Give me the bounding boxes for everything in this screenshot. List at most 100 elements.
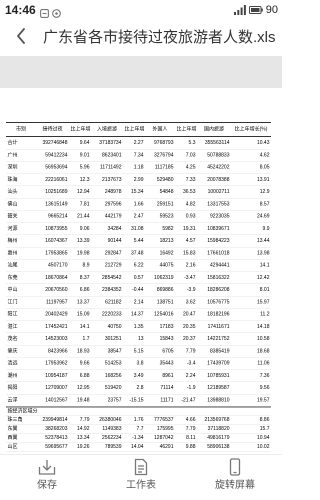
- table-cell: 168256: [104, 372, 122, 379]
- table-cell: 514253: [104, 360, 122, 367]
- table-cell: -1.34: [132, 435, 144, 441]
- table-cell: 14.1: [259, 262, 270, 269]
- region-row: 山区 59695677 19.26 789539 14.04 46291 9.88 58906…: [6, 443, 271, 452]
- table-cell: 8623401: [102, 152, 122, 158]
- table-row: 茂名 14523003 1.7 301251 13 15843 20.37 14221752 1…: [6, 333, 271, 346]
- table-cell: 13615149: [45, 201, 68, 207]
- table-cell: 12.95: [76, 385, 90, 391]
- table-cell: 东莞: [7, 274, 18, 281]
- table-cell: 13.37: [76, 299, 90, 305]
- table-cell: 7.79: [79, 417, 90, 423]
- column-header: 外国人: [152, 126, 168, 133]
- table-cell: 7.79: [185, 348, 196, 354]
- table-cell: 213569768: [204, 417, 230, 423]
- table-cell: 8961: [162, 372, 174, 379]
- table-cell: 1117185: [154, 164, 174, 171]
- table-cell: 869886: [156, 287, 174, 293]
- spreadsheet-view[interactable]: 市别 接待过夜 比上年增 入境旅游 比上年增 外国人 比上年增 国内旅游 比上年增长(%) 合计 3…: [0, 88, 282, 454]
- table-cell: 15843: [159, 336, 174, 342]
- battery-icon: [248, 6, 263, 14]
- table-cell: 1.66: [133, 201, 144, 207]
- back-button[interactable]: [10, 24, 32, 52]
- table-cell: 清远: [7, 360, 18, 367]
- table-cell: 7.34: [133, 152, 144, 158]
- table-cell: 7.03: [185, 152, 196, 158]
- table-cell: 4.25: [185, 164, 196, 171]
- table-cell: 13988810: [207, 397, 230, 403]
- table-cell: 2220233: [102, 311, 122, 318]
- table-cell: 3.62: [185, 299, 196, 305]
- table-row: 珠海 22216061 12.3 2137673 2.99 529480 7.33 20078…: [6, 174, 271, 186]
- table-cell: 2384352: [102, 287, 122, 293]
- table-row: 湛江 17452421 14.1 40750 1.35 17183 20.35 1741167…: [6, 321, 271, 333]
- table-cell: 13.91: [256, 176, 270, 183]
- table-cell: 4.57: [185, 238, 196, 244]
- table-row: 韶关 9665214 21.44 442179 2.47 59523 0.93 9223035…: [6, 211, 271, 223]
- table-cell: 17661018: [207, 250, 230, 256]
- table-cell: 12.94: [76, 189, 90, 195]
- table-cell: 4.62: [259, 152, 270, 158]
- table-cell: 19.57: [256, 397, 270, 403]
- table-cell: 9223035: [210, 213, 230, 220]
- bottom-toolbar: 保存 工作表 旋转屏幕: [0, 454, 282, 500]
- table-cell: 20.37: [182, 336, 196, 342]
- table-cell: 14.04: [130, 444, 144, 450]
- table-cell: 10954187: [45, 372, 68, 379]
- table-cell: 46291: [159, 444, 174, 450]
- status-time: 14:46: [5, 3, 36, 17]
- table-cell: 621182: [105, 299, 122, 305]
- table-cell: 中山: [7, 287, 18, 293]
- battery-level: 90: [265, 4, 278, 16]
- worksheet-button[interactable]: 工作表: [94, 455, 188, 500]
- table-cell: 36.53: [182, 189, 196, 195]
- table-cell: 2562234: [102, 435, 122, 441]
- table-cell: 10002711: [207, 189, 230, 195]
- table-cell: 292847: [104, 250, 122, 256]
- table-cell: 37.48: [130, 250, 144, 256]
- table-cell: 38268203: [45, 426, 68, 432]
- table-cell: 17452421: [45, 323, 68, 330]
- rotate-screen-button[interactable]: 旋转屏幕: [188, 455, 282, 500]
- table-cell: 16492: [159, 250, 174, 256]
- table-cell: 1.35: [133, 323, 144, 330]
- table-cell: 18286208: [207, 287, 230, 293]
- table-cell: 8.01: [259, 287, 270, 293]
- table-cell: 14.1: [79, 323, 90, 330]
- table-cell: 7.81: [79, 201, 90, 207]
- table-cell: 7776537: [154, 417, 174, 423]
- table-cell: 392746848: [42, 140, 68, 146]
- table-cell: 1254016: [154, 311, 174, 318]
- table-cell: 17183: [159, 323, 174, 330]
- table-cell: 21.44: [76, 213, 90, 220]
- table-cell: 5.15: [133, 348, 144, 354]
- table-row: 潮州 10954187 6.88 168256 3.49 8961 2.24 10785931…: [6, 370, 271, 382]
- table-cell: 3.8: [136, 360, 144, 367]
- table-row: 佛山 13615149 7.81 297596 1.66 259151 4.82 133175…: [6, 198, 271, 211]
- table-cell: 90144: [107, 238, 122, 244]
- table-cell: 529480: [156, 176, 174, 183]
- table-cell: 20.35: [182, 323, 196, 330]
- table-cell: 10839671: [207, 225, 230, 232]
- app-header: 广东省各市接待过夜旅游者人数.xls: [0, 20, 282, 56]
- table-cell: 1287042: [154, 435, 174, 441]
- table-cell: 韶关: [7, 213, 18, 220]
- table-cell: 9665214: [48, 213, 68, 220]
- table-cell: 12.3: [79, 176, 90, 183]
- table-cell: 江门: [7, 299, 18, 305]
- table-cell: 9.64: [79, 140, 90, 146]
- table-cell: 12189587: [207, 385, 230, 391]
- table-cell: 9.01: [79, 152, 90, 158]
- column-header: 比上年增长(%): [234, 126, 268, 133]
- table-cell: 8.86: [259, 417, 270, 423]
- table-cell: 13: [137, 336, 144, 342]
- table-cell: 8.37: [79, 274, 90, 281]
- table-cell: 18670864: [45, 274, 68, 281]
- table-cell: 4294441: [210, 262, 230, 269]
- table-cell: 71114: [160, 385, 174, 391]
- table-cell: 10576775: [207, 299, 230, 305]
- save-button[interactable]: 保存: [0, 455, 94, 500]
- table-cell: 24.69: [256, 213, 270, 220]
- table-cell: 10.94: [256, 435, 270, 441]
- table-cell: 10873955: [45, 225, 68, 232]
- table-cell: 13.39: [76, 238, 90, 244]
